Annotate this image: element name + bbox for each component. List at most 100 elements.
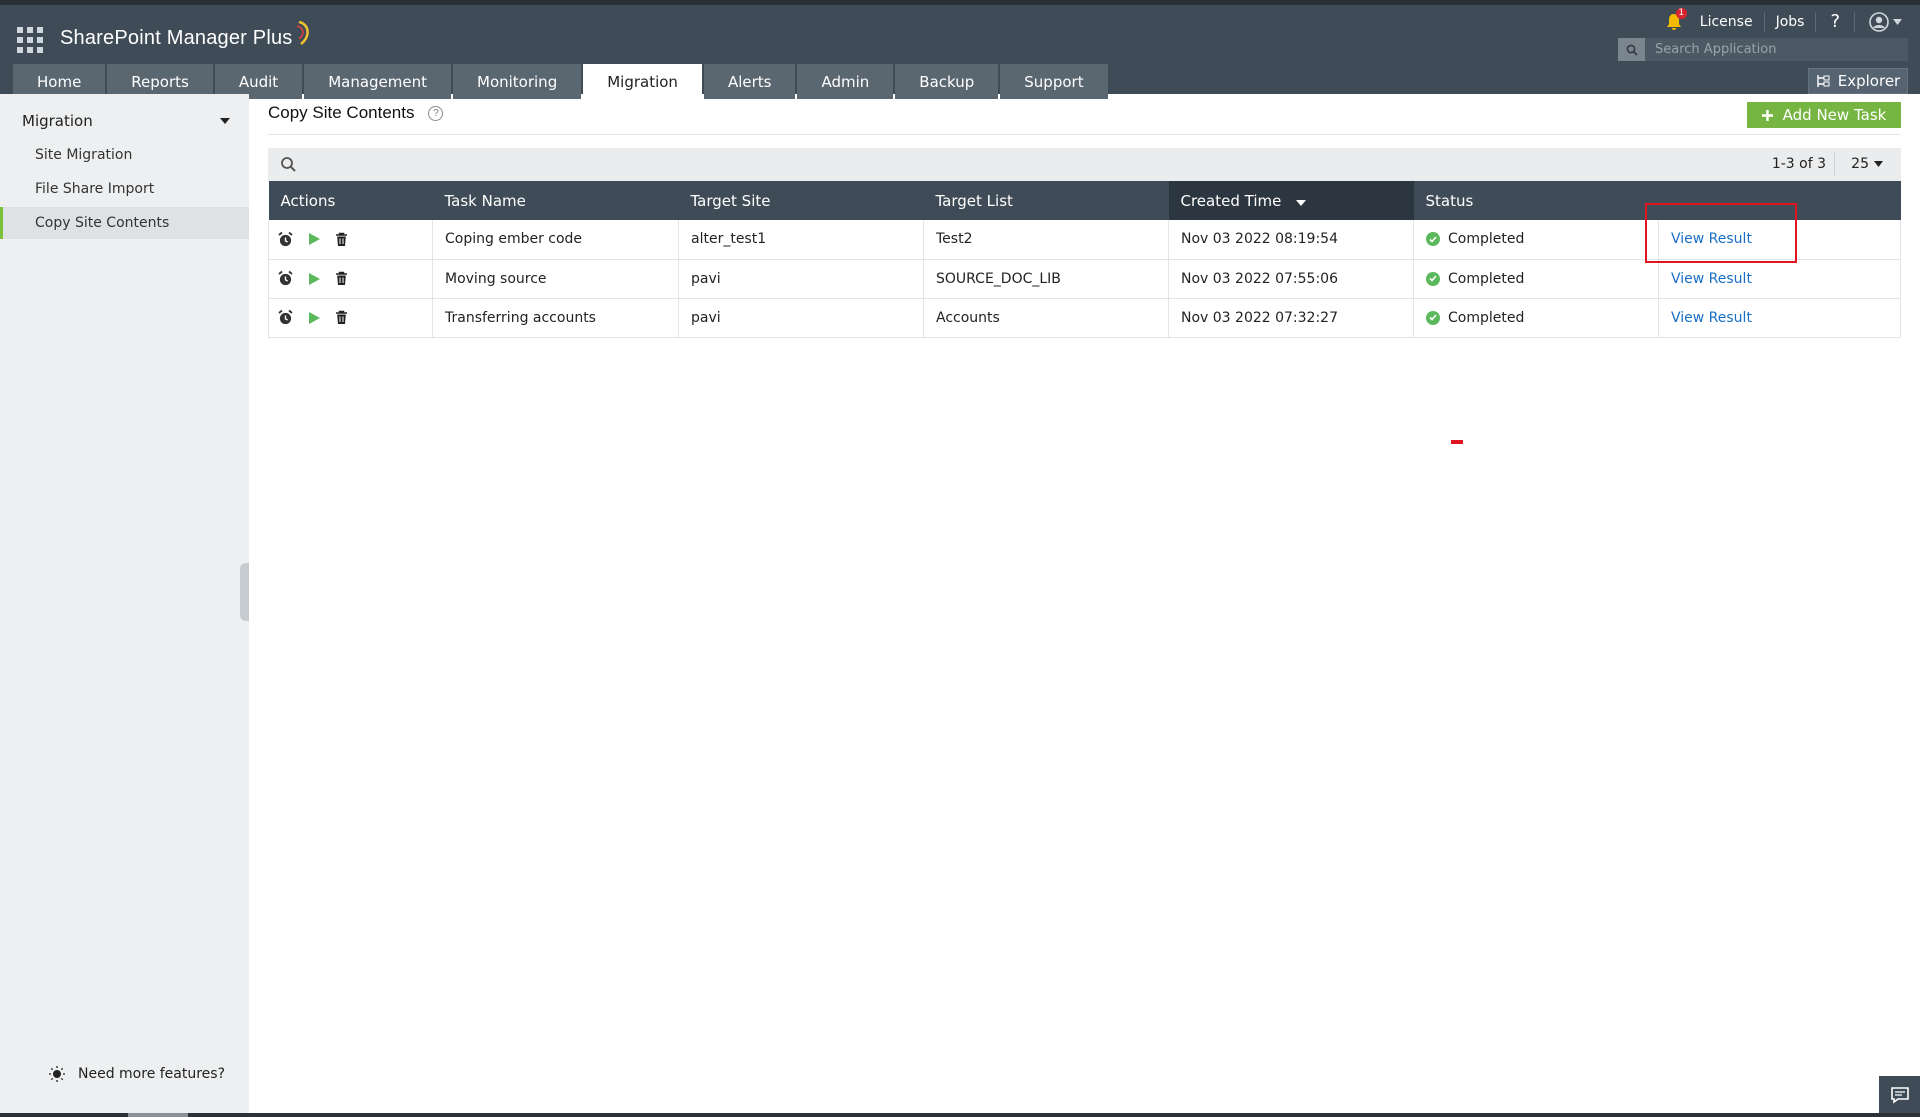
- tab-admin[interactable]: Admin: [797, 64, 893, 99]
- sidebar-section-migration[interactable]: Migration: [22, 112, 230, 130]
- jobs-link[interactable]: Jobs: [1765, 12, 1817, 32]
- tree-icon: [1816, 74, 1830, 88]
- delete-trash-icon[interactable]: [335, 271, 348, 286]
- tab-backup[interactable]: Backup: [895, 64, 998, 99]
- sidebar-item-copy-site-contents[interactable]: Copy Site Contents: [0, 207, 249, 239]
- notification-count-badge: 1: [1676, 8, 1687, 19]
- scroll-indicator: [128, 1113, 188, 1117]
- status-label: Completed: [1448, 271, 1524, 287]
- check-circle-icon: [1426, 232, 1440, 246]
- view-result-link[interactable]: View Result: [1671, 271, 1752, 287]
- target-list-cell: SOURCE_DOC_LIB: [924, 259, 1169, 298]
- target-list-cell: Accounts: [924, 298, 1169, 337]
- page-title-text: Copy Site Contents: [268, 103, 414, 123]
- app-grid-icon[interactable]: [17, 27, 43, 53]
- run-play-icon[interactable]: [308, 272, 321, 286]
- target-site-cell: alter_test1: [679, 220, 924, 259]
- check-circle-icon: [1426, 311, 1440, 325]
- sidebar-section-label: Migration: [22, 112, 93, 130]
- tab-alerts[interactable]: Alerts: [704, 64, 796, 99]
- app-logo[interactable]: SharePoint Manager Plus: [60, 25, 315, 51]
- table-search-icon[interactable]: [280, 156, 297, 177]
- schedule-alarm-icon[interactable]: [277, 231, 294, 248]
- task-name-cell: Transferring accounts: [433, 298, 679, 337]
- sidebar: Migration Site Migration File Share Impo…: [0, 94, 249, 1117]
- target-site-cell: pavi: [679, 259, 924, 298]
- search-icon: [1618, 38, 1645, 61]
- status-cell: Completed: [1414, 259, 1659, 298]
- tab-support[interactable]: Support: [1000, 64, 1107, 99]
- chevron-down-icon: [1874, 161, 1883, 167]
- column-created-time-label: Created Time: [1181, 192, 1282, 210]
- sort-desc-icon: [1296, 200, 1306, 206]
- sidebar-item-site-migration[interactable]: Site Migration: [0, 139, 249, 171]
- pagination-info: 1-3 of 3: [1772, 156, 1826, 172]
- target-list-cell: Test2: [924, 220, 1169, 259]
- run-play-icon[interactable]: [308, 232, 321, 246]
- result-cell: View Result: [1659, 259, 1901, 298]
- task-name-cell: Moving source: [433, 259, 679, 298]
- status-label: Completed: [1448, 231, 1524, 247]
- user-avatar-icon: [1869, 12, 1889, 32]
- help-button[interactable]: ?: [1816, 12, 1855, 32]
- column-target-site[interactable]: Target Site: [679, 181, 924, 220]
- need-more-features-link[interactable]: Need more features?: [48, 1065, 225, 1083]
- task-name-cell: Coping ember code: [433, 220, 679, 259]
- chat-button[interactable]: [1879, 1076, 1920, 1113]
- column-target-list[interactable]: Target List: [924, 181, 1169, 220]
- add-new-task-button[interactable]: Add New Task: [1747, 102, 1901, 128]
- notifications-bell[interactable]: 1: [1659, 11, 1689, 33]
- column-status[interactable]: Status: [1414, 181, 1659, 220]
- sidebar-item-file-share-import[interactable]: File Share Import: [0, 173, 249, 205]
- chevron-down-icon: [1893, 19, 1902, 25]
- page-size-value: 25: [1851, 156, 1869, 172]
- tab-management[interactable]: Management: [304, 64, 451, 99]
- app-search[interactable]: [1618, 38, 1908, 61]
- delete-trash-icon[interactable]: [335, 232, 348, 247]
- app-header: SharePoint Manager Plus 1 License Jobs ?…: [0, 0, 1920, 94]
- bottom-border: [0, 1113, 1920, 1117]
- license-link[interactable]: License: [1689, 12, 1765, 32]
- run-play-icon[interactable]: [308, 311, 321, 325]
- row-actions: [269, 220, 433, 259]
- page-title: Copy Site Contents ?: [268, 103, 443, 123]
- status-cell: Completed: [1414, 220, 1659, 259]
- caret-down-icon: [220, 118, 230, 124]
- created-time-cell: Nov 03 2022 08:19:54: [1169, 220, 1414, 259]
- result-cell: View Result: [1659, 298, 1901, 337]
- column-actions: Actions: [269, 181, 433, 220]
- chat-icon: [1890, 1086, 1910, 1104]
- view-result-link[interactable]: View Result: [1671, 310, 1752, 326]
- schedule-alarm-icon[interactable]: [277, 270, 294, 287]
- logo-swoosh-icon: [295, 20, 315, 46]
- check-circle-icon: [1426, 272, 1440, 286]
- table-toolbar: 1-3 of 3 25: [268, 148, 1901, 181]
- tab-migration[interactable]: Migration: [583, 64, 702, 99]
- table-row: Transferring accounts pavi Accounts Nov …: [269, 298, 1901, 337]
- need-more-features-label: Need more features?: [78, 1066, 225, 1082]
- page-size-select[interactable]: 25: [1834, 152, 1891, 176]
- sidebar-collapse-handle[interactable]: [240, 563, 249, 621]
- schedule-alarm-icon[interactable]: [277, 309, 294, 326]
- user-menu[interactable]: [1855, 12, 1908, 32]
- created-time-cell: Nov 03 2022 07:32:27: [1169, 298, 1414, 337]
- row-actions: [269, 259, 433, 298]
- status-label: Completed: [1448, 310, 1524, 326]
- search-input[interactable]: [1645, 42, 1895, 57]
- annotation-highlight-box: [1645, 203, 1797, 263]
- column-created-time[interactable]: Created Time: [1169, 181, 1414, 220]
- annotation-mark: [1451, 440, 1463, 444]
- created-time-cell: Nov 03 2022 07:55:06: [1169, 259, 1414, 298]
- status-cell: Completed: [1414, 298, 1659, 337]
- tab-monitoring[interactable]: Monitoring: [453, 64, 581, 99]
- lightbulb-icon: [48, 1065, 66, 1083]
- target-site-cell: pavi: [679, 298, 924, 337]
- help-icon[interactable]: ?: [428, 106, 443, 121]
- header-actions: 1 License Jobs ?: [1659, 11, 1908, 33]
- column-task-name[interactable]: Task Name: [433, 181, 679, 220]
- title-divider: [268, 134, 1900, 135]
- plus-icon: [1762, 110, 1773, 121]
- explorer-label: Explorer: [1838, 72, 1900, 90]
- delete-trash-icon[interactable]: [335, 310, 348, 325]
- explorer-button[interactable]: Explorer: [1808, 68, 1908, 94]
